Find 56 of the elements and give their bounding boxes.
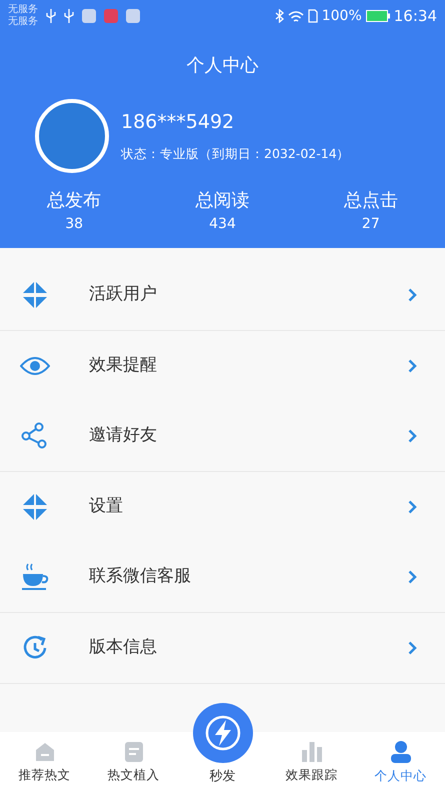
pinwheel-icon <box>21 493 49 521</box>
share-icon <box>21 422 49 450</box>
chevron-right-icon <box>408 500 417 514</box>
menu-item[interactable]: 邀请好友 <box>0 401 445 471</box>
app-notification-icon <box>104 9 118 23</box>
stat-value: 27 <box>362 215 380 234</box>
menu-item[interactable]: 设置 <box>0 472 445 542</box>
usb-icon <box>64 9 74 23</box>
battery-icon <box>366 10 390 22</box>
chevron-right-icon <box>408 288 417 302</box>
bluetooth-icon <box>274 9 284 23</box>
menu-label: 联系微信客服 <box>89 565 192 588</box>
coffee-cup-icon <box>21 562 49 592</box>
chevron-right-icon <box>408 641 417 655</box>
chevron-right-icon <box>408 429 417 443</box>
nav-tab[interactable]: 热文植入 <box>89 732 178 795</box>
menu-item[interactable]: 版本信息 <box>0 613 445 683</box>
stat-label: 总点击 <box>344 189 398 213</box>
chevron-right-icon <box>408 570 417 584</box>
stat-label: 总阅读 <box>195 189 250 213</box>
house-icon <box>34 742 54 762</box>
battery-percent: 100% <box>322 6 362 26</box>
menu-label: 设置 <box>89 495 124 518</box>
page-title: 个人中心 <box>186 54 258 78</box>
person-icon <box>390 741 410 764</box>
clock-text: 16:34 <box>394 6 437 27</box>
bar-chart-icon <box>300 742 322 762</box>
stat-value: 434 <box>209 215 236 234</box>
eye-icon <box>20 356 50 376</box>
menu-item[interactable]: 效果提醒 <box>0 331 445 401</box>
nav-tab[interactable]: 推荐热文 <box>0 732 89 795</box>
app-notification-icon <box>126 9 140 23</box>
menu-label: 效果提醒 <box>89 354 158 378</box>
carrier-text: 无服务 <box>8 16 38 28</box>
phone-number: 186***5492 <box>121 110 236 136</box>
clock-refresh-icon <box>22 635 48 661</box>
quick-send-tab[interactable]: 秒发 <box>210 767 236 786</box>
menu-label: 版本信息 <box>89 636 158 660</box>
lightning-icon <box>204 714 242 752</box>
stat-label: 总发布 <box>47 189 102 213</box>
carrier-text: 无服务 <box>8 4 38 16</box>
pinwheel-icon <box>21 281 49 309</box>
menu-label: 活跃用户 <box>89 283 158 306</box>
stat-value: 38 <box>65 215 84 234</box>
menu-item[interactable]: 联系微信客服 <box>0 542 445 612</box>
document-icon <box>124 742 142 762</box>
chevron-right-icon <box>408 359 417 373</box>
wifi-icon <box>288 10 304 22</box>
membership-status: 状态：专业版（到期日：2032-02-14） <box>121 144 350 163</box>
usb-icon <box>46 9 56 23</box>
menu-label: 邀请好友 <box>89 424 158 448</box>
app-notification-icon <box>82 9 96 23</box>
sim-card-icon <box>308 9 318 23</box>
nav-tab[interactable]: 效果跟踪 <box>267 732 356 795</box>
menu-item[interactable]: 活跃用户 <box>0 260 445 330</box>
nav-tab[interactable]: 个人中心 <box>356 732 445 795</box>
